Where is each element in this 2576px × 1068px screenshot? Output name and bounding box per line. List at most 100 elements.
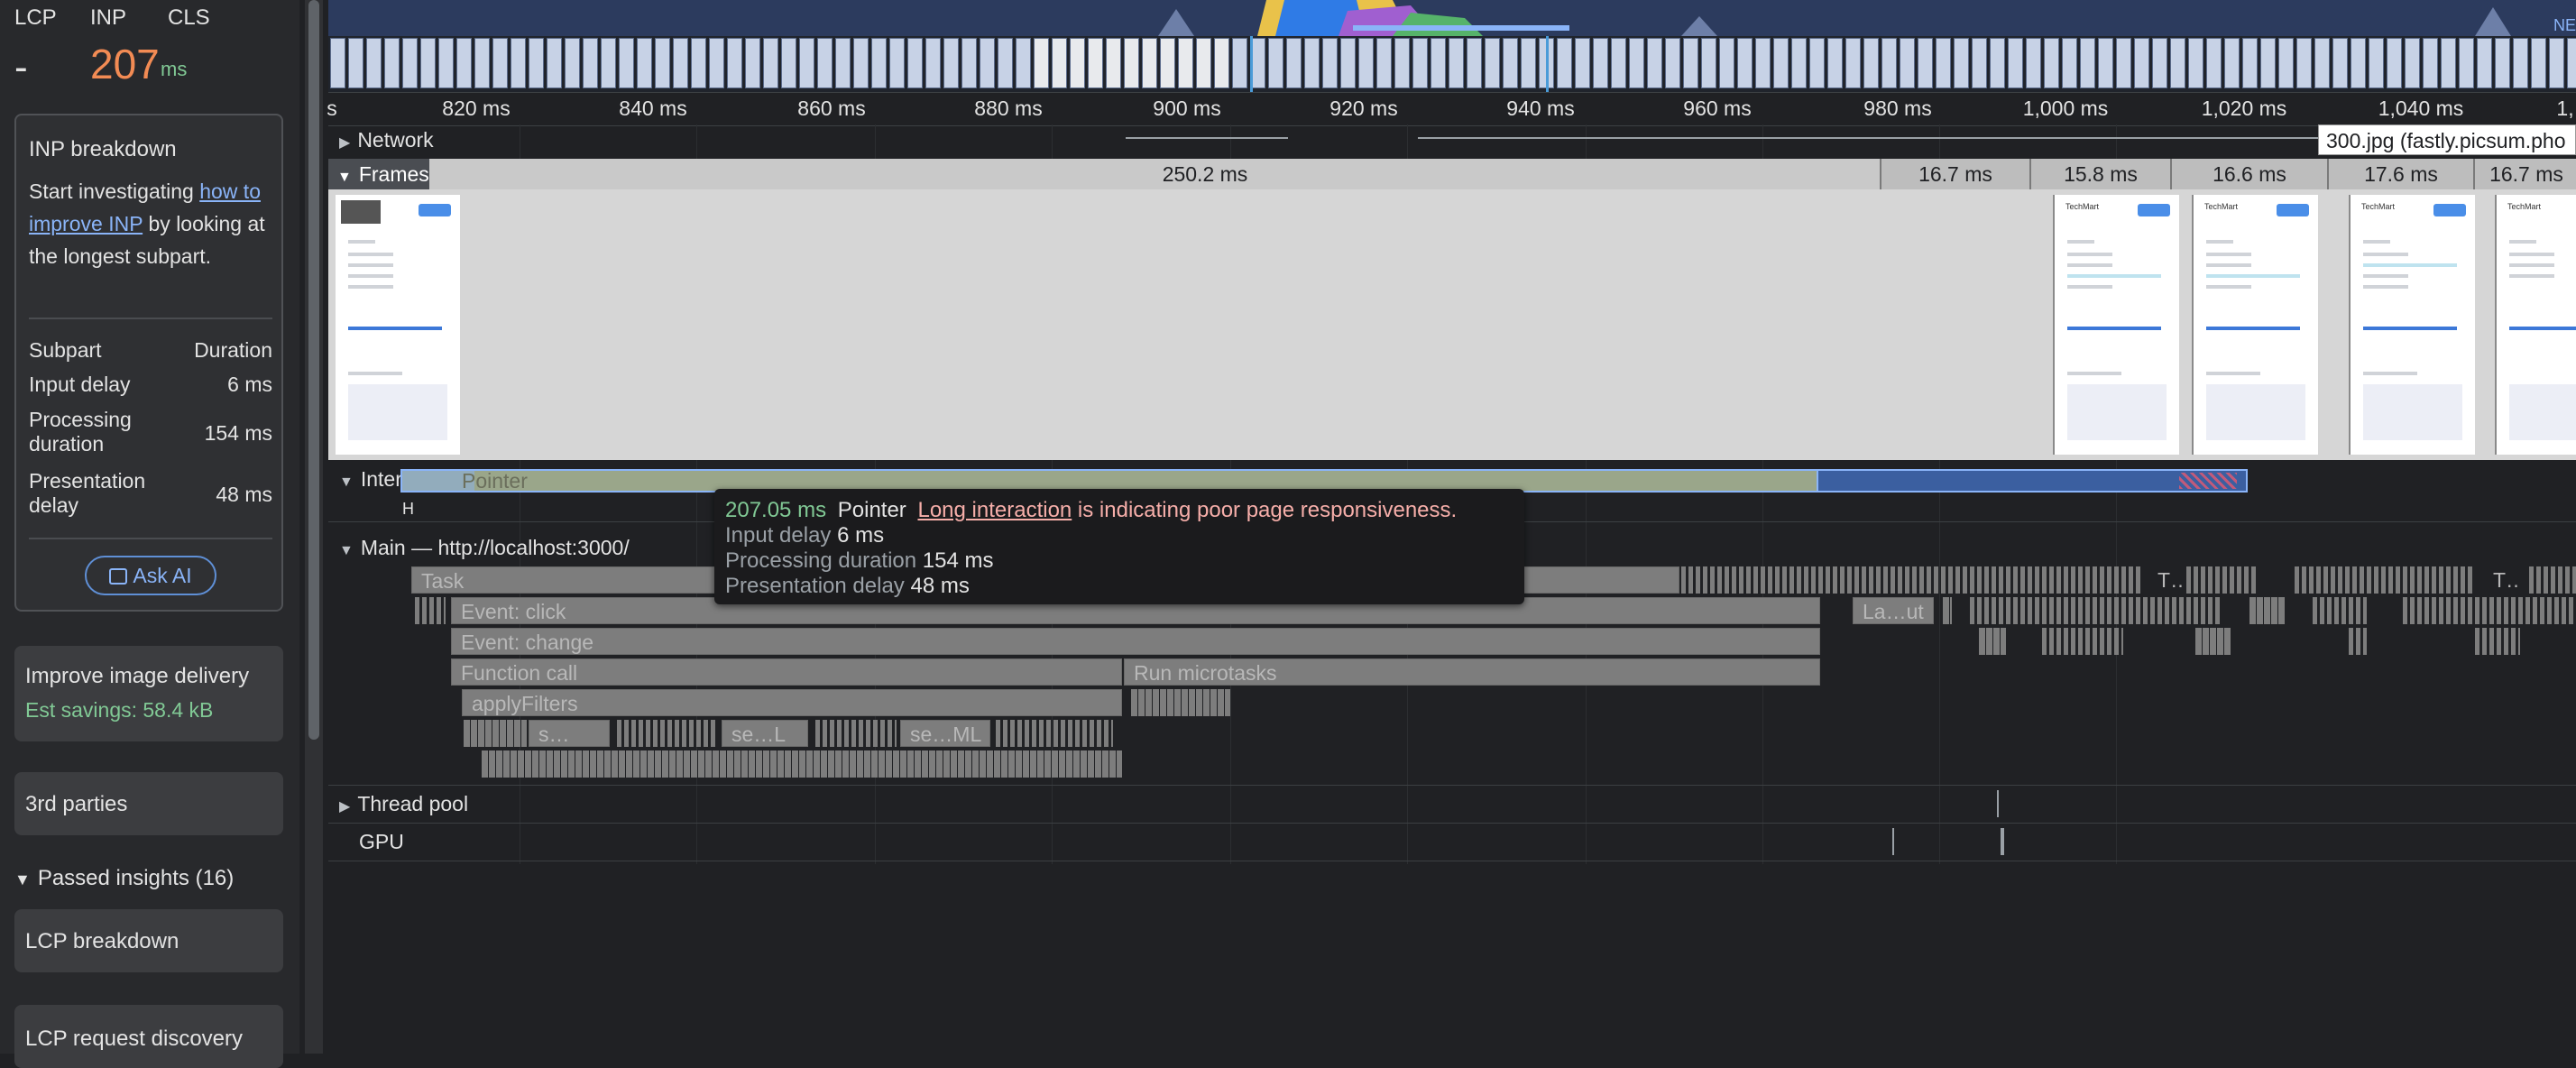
trace-slice[interactable] bbox=[1876, 566, 1881, 594]
trace-slice[interactable] bbox=[415, 597, 419, 624]
trace-slice[interactable] bbox=[1725, 566, 1729, 594]
trace-slice[interactable] bbox=[1218, 689, 1224, 716]
trace-slice[interactable] bbox=[429, 597, 434, 624]
trace-slice[interactable] bbox=[2461, 597, 2465, 624]
trace-slice[interactable] bbox=[2461, 566, 2465, 594]
subpart-row[interactable]: Input delay 6 ms bbox=[29, 372, 272, 398]
trace-slice[interactable] bbox=[2309, 566, 2314, 594]
trace-slice[interactable] bbox=[741, 750, 748, 778]
filmstrip-frame[interactable] bbox=[2477, 38, 2492, 88]
trace-slice[interactable] bbox=[936, 750, 943, 778]
filmstrip-frame[interactable] bbox=[1449, 38, 1464, 88]
trace-slice[interactable] bbox=[2121, 566, 2126, 594]
filmstrip-frame[interactable] bbox=[2152, 38, 2167, 88]
trace-slice[interactable] bbox=[2320, 597, 2324, 624]
filmstrip-frame[interactable] bbox=[727, 38, 742, 88]
filmstrip-frame[interactable] bbox=[402, 38, 418, 88]
trace-slice[interactable] bbox=[2078, 628, 2083, 655]
trace-slice[interactable] bbox=[2085, 597, 2090, 624]
trace-slice[interactable] bbox=[965, 750, 971, 778]
filmstrip-frame[interactable] bbox=[2134, 38, 2149, 88]
filmstrip-frame[interactable] bbox=[1900, 38, 1915, 88]
frame-duration[interactable]: 17.6 ms bbox=[2327, 159, 2473, 189]
trace-slice[interactable] bbox=[1854, 566, 1859, 594]
filmstrip-frame[interactable] bbox=[1394, 38, 1410, 88]
filmstrip-frame[interactable] bbox=[1593, 38, 1608, 88]
trace-slice[interactable] bbox=[785, 750, 791, 778]
trace-slice[interactable] bbox=[1066, 750, 1072, 778]
trace-slice[interactable] bbox=[1862, 566, 1866, 594]
filmstrip-frame[interactable] bbox=[1268, 38, 1283, 88]
trace-slice[interactable] bbox=[2374, 566, 2378, 594]
trace-slice[interactable] bbox=[624, 720, 629, 747]
trace-slice[interactable] bbox=[792, 750, 798, 778]
trace-slice[interactable] bbox=[2222, 566, 2227, 594]
trace-slice[interactable] bbox=[880, 720, 885, 747]
trace-slice[interactable] bbox=[1196, 689, 1202, 716]
filmstrip-frame[interactable] bbox=[1034, 38, 1049, 88]
trace-slice[interactable] bbox=[482, 750, 488, 778]
trace-slice[interactable] bbox=[1970, 597, 1974, 624]
trace-slice[interactable] bbox=[655, 750, 661, 778]
trace-slice[interactable] bbox=[871, 750, 878, 778]
filmstrip-frame[interactable] bbox=[456, 38, 472, 88]
trace-slice[interactable] bbox=[2020, 566, 2025, 594]
trace-slice[interactable] bbox=[2179, 597, 2184, 624]
trace-slice[interactable] bbox=[2504, 628, 2508, 655]
trace-slice[interactable] bbox=[1131, 689, 1137, 716]
trace-slice[interactable] bbox=[1037, 750, 1044, 778]
trace-slice[interactable] bbox=[676, 750, 683, 778]
filmstrip-frame[interactable] bbox=[781, 38, 796, 88]
trace-slice[interactable] bbox=[1017, 720, 1022, 747]
filmstrip-frame[interactable] bbox=[2062, 38, 2077, 88]
trace-slice[interactable] bbox=[604, 750, 611, 778]
trace-slice[interactable] bbox=[2071, 566, 2075, 594]
filmstrip-frame[interactable] bbox=[619, 38, 634, 88]
trace-slice[interactable] bbox=[518, 750, 524, 778]
trace-slice[interactable] bbox=[1061, 720, 1065, 747]
trace-slice[interactable] bbox=[821, 750, 827, 778]
trace-slice[interactable] bbox=[2136, 597, 2140, 624]
filmstrip-frame[interactable] bbox=[1467, 38, 1482, 88]
trace-slice[interactable] bbox=[823, 720, 827, 747]
trace-slice[interactable] bbox=[830, 720, 834, 747]
filmstrip-frame[interactable] bbox=[2459, 38, 2474, 88]
filmstrip-frame[interactable] bbox=[1918, 38, 1933, 88]
trace-slice[interactable] bbox=[1927, 566, 1931, 594]
ask-ai-button[interactable]: Ask AI bbox=[85, 556, 216, 595]
filmstrip-frame[interactable] bbox=[2513, 38, 2528, 88]
trace-slice[interactable] bbox=[2093, 566, 2097, 594]
trace-slice[interactable] bbox=[2511, 628, 2516, 655]
trace-slice[interactable] bbox=[2085, 628, 2090, 655]
trace-slice[interactable] bbox=[2244, 566, 2249, 594]
trace-slice[interactable] bbox=[2316, 566, 2321, 594]
trace-slice[interactable] bbox=[1804, 566, 1808, 594]
trace-slice[interactable] bbox=[2100, 597, 2104, 624]
trace-slice[interactable] bbox=[525, 750, 531, 778]
filmstrip-frame[interactable] bbox=[745, 38, 760, 88]
filmstrip-frame[interactable] bbox=[1647, 38, 1662, 88]
trace-slice[interactable] bbox=[2569, 597, 2573, 624]
trace-slice[interactable] bbox=[2540, 597, 2544, 624]
trace-slice[interactable] bbox=[994, 750, 1000, 778]
trace-slice[interactable] bbox=[2114, 628, 2119, 655]
filmstrip-frame[interactable] bbox=[1936, 38, 1951, 88]
filmstrip-frame[interactable] bbox=[583, 38, 598, 88]
trace-slice[interactable] bbox=[1710, 566, 1715, 594]
trace-slice[interactable] bbox=[2475, 628, 2479, 655]
filmstrip-frame[interactable] bbox=[1773, 38, 1789, 88]
trace-slice[interactable] bbox=[996, 720, 1000, 747]
filmstrip-frame[interactable] bbox=[709, 38, 724, 88]
filmstrip-frame[interactable] bbox=[1629, 38, 1644, 88]
filmstrip-frame[interactable] bbox=[907, 38, 923, 88]
trace-slice[interactable] bbox=[2172, 597, 2176, 624]
trace-slice[interactable] bbox=[2028, 597, 2032, 624]
trace-slice[interactable] bbox=[2349, 628, 2353, 655]
filmstrip-frame[interactable] bbox=[871, 38, 887, 88]
trace-slice[interactable] bbox=[1753, 566, 1758, 594]
trace-slice[interactable] bbox=[1977, 566, 1982, 594]
trace-slice[interactable] bbox=[646, 720, 650, 747]
filmstrip-frame[interactable] bbox=[438, 38, 454, 88]
trace-slice[interactable] bbox=[1189, 689, 1195, 716]
filmstrip-frame[interactable] bbox=[2080, 38, 2095, 88]
